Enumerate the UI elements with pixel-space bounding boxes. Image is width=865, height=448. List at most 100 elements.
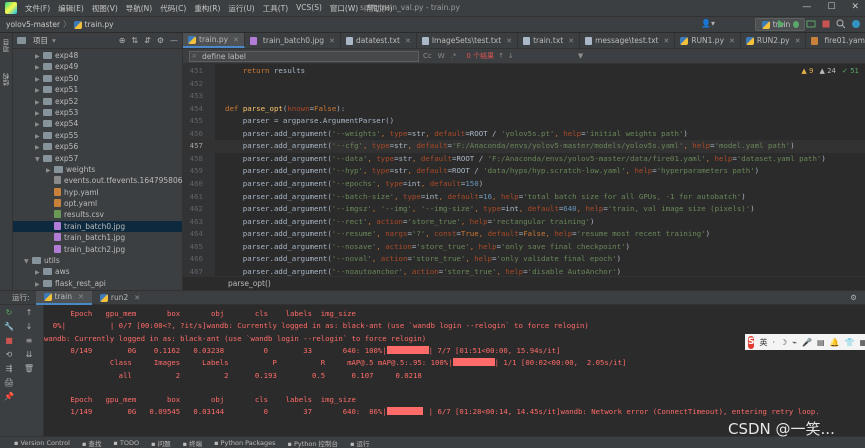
code-line[interactable]: 465 parser.add_argument('--nosave', acti… [183, 241, 865, 254]
ime-icon[interactable]: · [772, 338, 775, 347]
ime-icon[interactable]: ⌁ [792, 338, 797, 347]
tree-item[interactable]: ▶ aws [13, 266, 182, 277]
tree-item[interactable]: ▶ exp54 [13, 118, 182, 129]
close-tab-icon[interactable]: ✕ [134, 294, 140, 302]
close-tab-icon[interactable]: ✕ [329, 37, 335, 45]
menu-item[interactable]: 重构(R) [190, 3, 224, 14]
close-tab-icon[interactable]: ✕ [795, 37, 801, 45]
code-line[interactable]: 466 parser.add_argument('--noval', actio… [183, 253, 865, 266]
tree-item[interactable]: ▼ exp57 [13, 153, 182, 164]
code-line[interactable]: 453 [183, 90, 865, 103]
menu-item[interactable]: 文件(F) [21, 3, 54, 14]
editor-tab[interactable]: train.txt ✕ [518, 33, 581, 48]
ime-icon[interactable]: ☽ [780, 338, 787, 347]
trash-icon[interactable]: 🗑 [24, 364, 34, 373]
gear-icon[interactable]: ⚙ [157, 36, 164, 45]
editor-tab[interactable]: datatest.txt ✕ [341, 33, 417, 48]
ime-icon[interactable]: 🎤 [802, 338, 812, 347]
tree-item[interactable]: ▶ exp55 [13, 130, 182, 141]
tree-item[interactable]: ▶ exp50 [13, 73, 182, 84]
code-line[interactable]: 452 [183, 78, 865, 91]
code-breadcrumb[interactable]: parse_opt() [183, 276, 865, 290]
scroll-end-icon[interactable]: ⇊ [26, 350, 33, 359]
menu-item[interactable]: 视图(V) [88, 3, 122, 14]
ime-icon[interactable]: ▤ [817, 338, 825, 347]
print-icon[interactable]: 🖨 [4, 378, 14, 387]
code-line[interactable]: 462 parser.add_argument('--imgsz', '--im… [183, 203, 865, 216]
close-window-icon[interactable]: ✕ [851, 2, 859, 12]
editor-tab[interactable]: RUN1.py ✕ [675, 33, 741, 48]
tree-item[interactable]: hyp.yaml [13, 187, 182, 198]
locate-icon[interactable]: ⊕ [119, 36, 126, 45]
coverage-icon[interactable] [806, 19, 816, 29]
arrow-up-icon[interactable]: ↑ [26, 308, 33, 317]
arrow-down-icon[interactable]: ↓ [26, 322, 33, 331]
structure-tool-tab[interactable]: 结构 [2, 69, 12, 90]
tree-item[interactable]: results.csv [13, 209, 182, 220]
editor-tab[interactable]: train_batch0.jpg ✕ [245, 33, 341, 48]
stop-icon[interactable]: ■ [5, 336, 13, 345]
stop-icon[interactable] [821, 19, 831, 29]
tree-item[interactable]: ▶ exp48 [13, 50, 182, 61]
ime-icon[interactable]: 🔔 [830, 338, 840, 347]
ime-icon[interactable]: ▦ [860, 338, 865, 347]
expand-all-icon[interactable]: ⇅ [131, 36, 138, 45]
filter-icon[interactable]: ▼ [578, 52, 583, 60]
tool-window-button[interactable]: ▪ 问题 [151, 438, 170, 448]
close-tab-icon[interactable]: ✕ [729, 37, 735, 45]
run-tab[interactable]: train ✕ [35, 290, 92, 305]
find-option-toggle[interactable]: .* [451, 52, 457, 60]
tree-item[interactable]: ▶ flask_rest_api [13, 278, 182, 289]
tool-window-button[interactable]: ▪ Python 控制台 [287, 438, 338, 448]
tool-window-button[interactable]: ▪ 终端 [183, 438, 202, 448]
minimize-icon[interactable]: — [802, 2, 811, 12]
next-match-icon[interactable]: ↓ [508, 52, 514, 60]
tree-item[interactable]: ▶ exp53 [13, 107, 182, 118]
code-line[interactable]: 461 parser.add_argument('--batch-size', … [183, 191, 865, 204]
ide-update-icon[interactable] [851, 19, 861, 29]
code-line[interactable]: 463 parser.add_argument('--rect', action… [183, 216, 865, 229]
tree-item[interactable]: ▶ exp56 [13, 141, 182, 152]
find-option-toggle[interactable]: Cc [423, 52, 432, 60]
editor-tab[interactable]: train.py ✕ [183, 33, 245, 48]
menu-item[interactable]: 运行(U) [224, 3, 258, 14]
search-everywhere-icon[interactable] [836, 19, 846, 29]
collapse-all-icon[interactable]: ⇵ [144, 36, 151, 45]
tree-item[interactable]: ▶ exp51 [13, 84, 182, 95]
hide-icon[interactable]: — [170, 36, 178, 45]
rerun-icon[interactable]: ↻ [6, 308, 13, 317]
layout-icon[interactable]: ⇶ [6, 364, 13, 373]
user-icon[interactable]: 👤▾ [701, 19, 715, 28]
run-console-output[interactable]: Epoch gpu_mem box obj cls labels img_siz… [44, 305, 865, 436]
code-line[interactable]: 455 parser = argparse.ArgumentParser() [183, 115, 865, 128]
editor-tab[interactable]: ImageSets\test.txt ✕ [417, 33, 519, 48]
tool-window-button[interactable]: ▪ 运行 [350, 438, 369, 448]
menu-item[interactable]: 工具(T) [259, 3, 292, 14]
close-tab-icon[interactable]: ✕ [568, 37, 574, 45]
menu-item[interactable]: 代码(C) [156, 3, 190, 14]
close-tab-icon[interactable]: ✕ [506, 37, 512, 45]
tree-item[interactable]: train_batch0.jpg [13, 220, 182, 233]
project-tool-tab[interactable]: 项目 [2, 35, 12, 56]
code-line[interactable]: 454 def parse_opt(known=False): [183, 103, 865, 116]
tree-item[interactable]: train_batch2.jpg [13, 244, 182, 255]
code-line[interactable]: 459 parser.add_argument('--hyp', type=st… [183, 165, 865, 178]
tree-item[interactable]: events.out.tfevents.1647958064 [13, 175, 187, 186]
restore-icon[interactable]: ⟲ [6, 350, 13, 359]
tool-window-button[interactable]: ▪ TODO [113, 439, 139, 447]
nav-project[interactable]: yolov5-master [6, 20, 60, 29]
code-line[interactable]: 456 parser.add_argument('--weights', typ… [183, 128, 865, 141]
project-panel-title[interactable]: 项目 [33, 35, 48, 46]
tool-window-button[interactable]: ▪ Version Control [14, 439, 70, 447]
editor-tab[interactable]: message\test.txt ✕ [580, 33, 676, 48]
close-tab-icon[interactable]: ✕ [663, 37, 669, 45]
ime-icon[interactable]: 👕 [845, 338, 855, 347]
tool-window-button[interactable]: ▪ Python Packages [214, 439, 275, 447]
ime-language[interactable]: 英 [759, 337, 767, 348]
tree-item[interactable]: ▶ exp52 [13, 96, 182, 107]
editor-tab[interactable]: RUN2.py ✕ [741, 33, 807, 48]
code-editor[interactable]: ▲ 9 ▲ 24 ✓ 51 451 return results 452 453 45… [183, 64, 865, 276]
prev-match-icon[interactable]: ↑ [498, 52, 504, 60]
close-tab-icon[interactable]: ✕ [233, 36, 239, 44]
code-line[interactable]: 458 parser.add_argument('--data', type=s… [183, 153, 865, 166]
